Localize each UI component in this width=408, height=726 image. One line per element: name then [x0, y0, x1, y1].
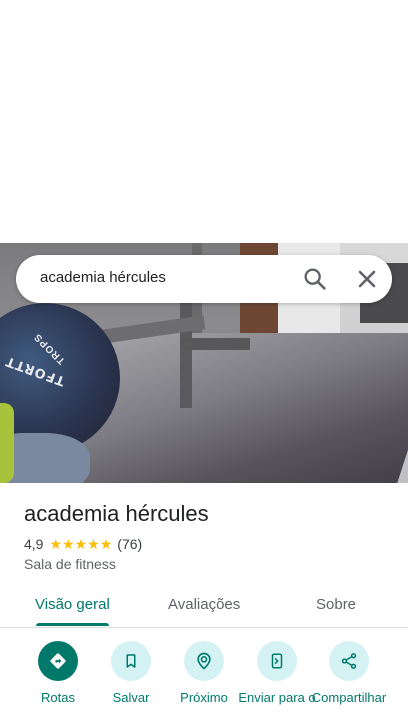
nearby-label: Próximo [180, 690, 228, 705]
star-icon: ★ [74, 536, 88, 552]
tab-about[interactable]: Sobre [316, 596, 356, 613]
search-input[interactable]: academia hércules [40, 269, 166, 286]
send-to-phone-button[interactable]: Enviar para o [237, 641, 317, 705]
search-bar[interactable]: academia hércules [16, 255, 392, 303]
place-title: academia hércules [24, 501, 209, 526]
save-button[interactable]: Salvar [91, 641, 171, 705]
tab-overview[interactable]: Visão geral [35, 596, 110, 613]
place-tabs: Visão geral Avaliações Sobre [0, 588, 408, 628]
bookmark-icon[interactable] [111, 641, 151, 681]
nearby-icon[interactable] [184, 641, 224, 681]
share-button[interactable]: Compartilhar [309, 641, 389, 705]
nearby-button[interactable]: Próximo [164, 641, 244, 705]
star-icon: ★ [62, 536, 75, 552]
photo-machine-frame [180, 298, 192, 408]
photo-glove [0, 403, 14, 483]
send-to-phone-label: Enviar para o [238, 690, 316, 705]
close-icon[interactable] [353, 265, 381, 293]
star-icon: ★ [99, 536, 113, 552]
send-to-phone-icon[interactable] [257, 641, 297, 681]
save-label: Salvar [112, 690, 150, 705]
directions-button[interactable]: Rotas [18, 641, 98, 705]
rating-stars: ★ ★ ★ ★ ★ [49, 537, 112, 551]
search-icon[interactable] [301, 265, 329, 293]
star-icon: ★ [87, 536, 100, 552]
share-label: Compartilhar [311, 690, 387, 705]
tab-active-indicator [36, 623, 109, 626]
directions-label: Rotas [41, 690, 75, 705]
star-icon: ★ [49, 536, 63, 552]
directions-icon[interactable] [38, 641, 78, 681]
review-count[interactable]: (76) [117, 536, 142, 552]
photo-machine-base [180, 338, 250, 350]
rating-value: 4,9 [24, 536, 44, 552]
share-icon[interactable] [329, 641, 369, 681]
rating-row[interactable]: 4,9 ★ ★ ★ ★ ★ (76) [24, 536, 142, 552]
place-category: Sala de fitness [24, 556, 116, 572]
tab-reviews[interactable]: Avaliações [168, 596, 240, 613]
map-area-blank [0, 0, 408, 243]
